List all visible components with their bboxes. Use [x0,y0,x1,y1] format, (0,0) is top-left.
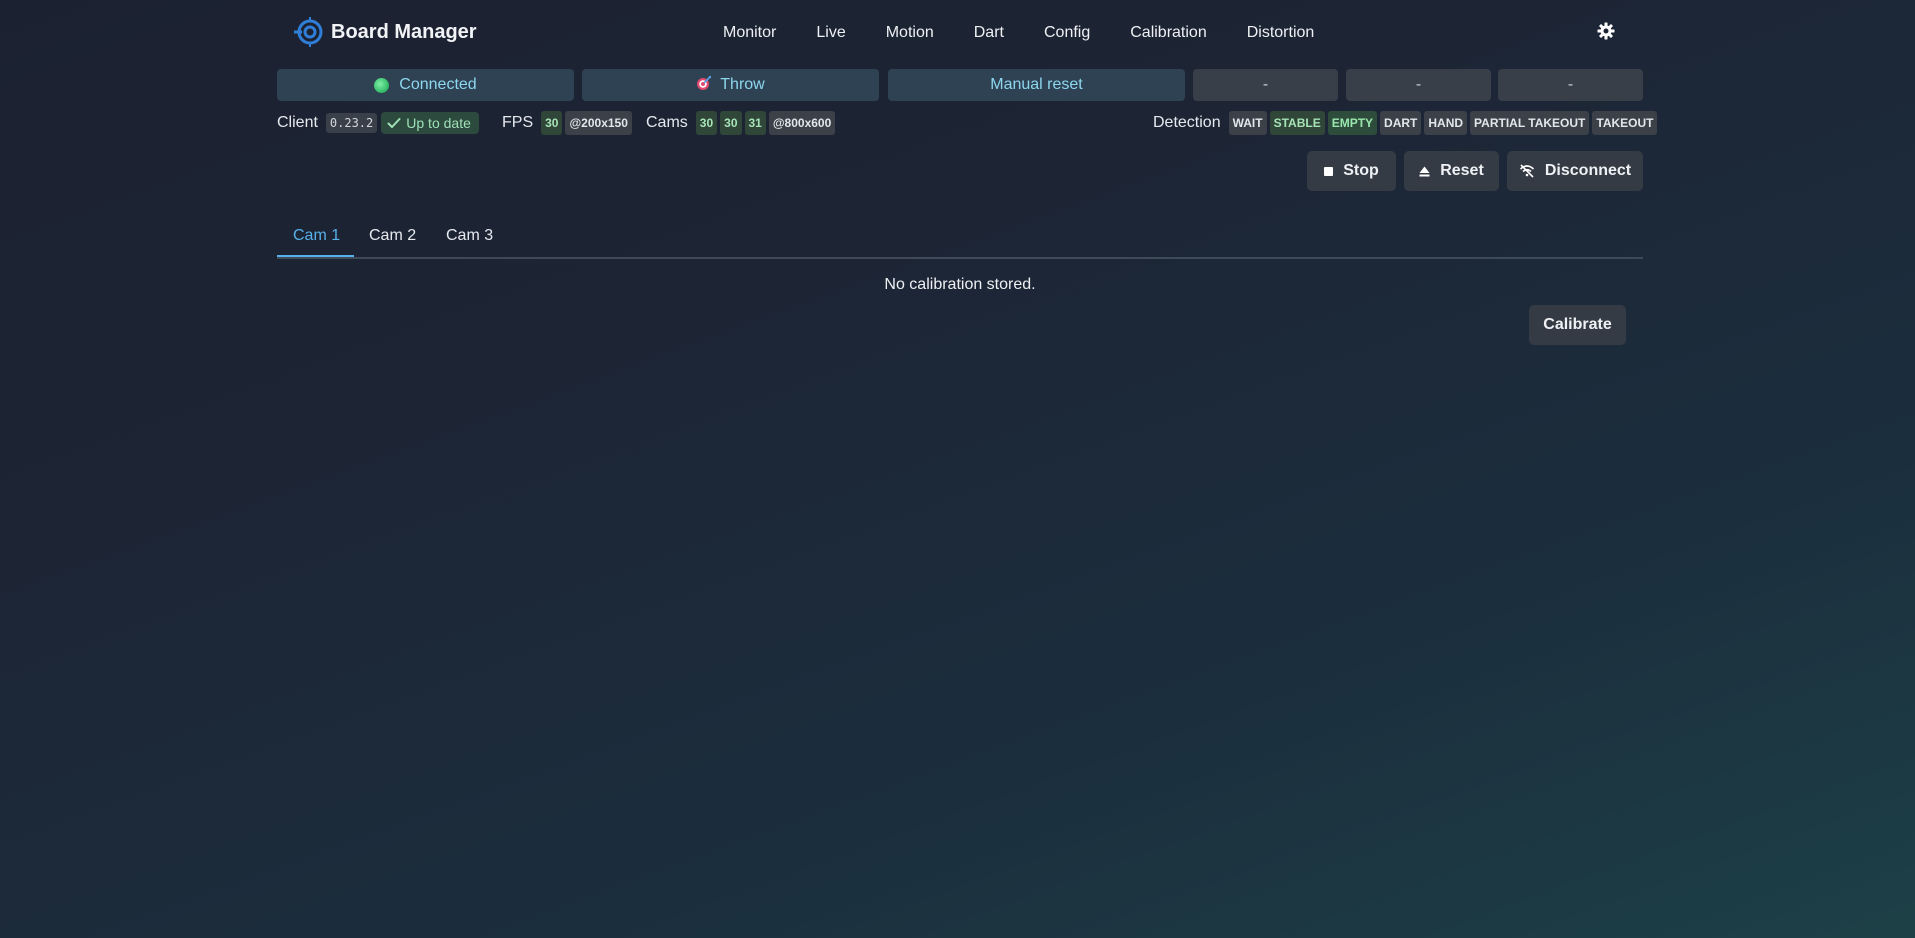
connection-status: Connected [277,69,574,101]
eject-icon [1419,166,1430,177]
info-row: Client 0.23.2 Up to date FPS 30 @200x150… [277,110,1658,136]
reset-mode-label: Manual reset [990,76,1083,93]
nav-calibration[interactable]: Calibration [1130,24,1206,42]
cams-label: Cams [646,114,688,131]
app-title: Board Manager [331,20,477,43]
detection-empty-chip: EMPTY [1327,111,1378,135]
connection-status-label: Connected [399,76,477,93]
nav-dart[interactable]: Dart [974,24,1004,42]
detection-stable-chip: STABLE [1269,111,1325,135]
cam-3-fps-chip: 31 [744,111,766,135]
brand[interactable]: Board Manager [293,16,477,48]
detection-takeout-chip: TAKEOUT [1592,111,1658,135]
tab-cam-1[interactable]: Cam 1 [293,227,340,245]
connected-dot-icon [374,77,390,93]
stop-icon [1324,166,1334,176]
status-slot-3-value: - [1567,76,1574,93]
nav-distortion[interactable]: Distortion [1247,24,1315,42]
camera-tabs: Cam 1 Cam 2 Cam 3 [277,221,1643,259]
check-icon [387,118,401,128]
fps-value-chip: 30 [541,111,563,135]
mode-status: Throw [582,69,879,101]
cams-resolution-chip: @800x600 [768,111,836,135]
cams-info: Cams 30 30 31 @800x600 [646,110,838,136]
detection-hand-chip: HAND [1424,111,1468,135]
mode-status-label: Throw [720,76,765,93]
stop-label: Stop [1343,162,1379,179]
disconnect-button[interactable]: Disconnect [1507,151,1643,191]
status-slot-1: - [1193,69,1338,101]
update-status-label: Up to date [406,115,471,131]
nav-config[interactable]: Config [1044,24,1090,42]
reset-button[interactable]: Reset [1404,151,1499,191]
client-version: 0.23.2 [325,113,378,133]
wifi-off-icon [1519,164,1535,178]
active-tab-indicator [277,255,354,257]
disconnect-label: Disconnect [1544,162,1632,179]
reset-label: Reset [1440,162,1484,179]
update-status-badge: Up to date [381,112,479,134]
status-slot-1-value: - [1262,76,1269,93]
calibrate-button[interactable]: Calibrate [1529,305,1626,345]
fps-resolution-chip: @200x150 [565,111,632,135]
fps-info: FPS 30 @200x150 [502,110,635,136]
reset-mode-status: Manual reset [888,69,1185,101]
nav-motion[interactable]: Motion [886,24,934,42]
client-label: Client [277,114,318,131]
nav-live[interactable]: Live [816,24,845,42]
status-slot-2: - [1346,69,1491,101]
calibrate-label: Calibrate [1543,316,1612,333]
detection-partial-takeout-chip: PARTIAL TAKEOUT [1470,111,1590,135]
app-container: Board Manager Monitor Live Motion Dart C… [277,0,1658,345]
tab-cam-3[interactable]: Cam 3 [446,227,493,245]
dartboard-logo-icon [293,16,325,48]
no-calibration-message: No calibration stored. [884,276,1036,293]
nav-monitor[interactable]: Monitor [723,24,776,42]
gear-icon[interactable] [1597,22,1615,45]
detection-label: Detection [1153,114,1221,131]
cam-2-fps-chip: 30 [720,111,742,135]
top-bar: Board Manager Monitor Live Motion Dart C… [277,0,1643,68]
fps-label: FPS [502,114,534,131]
stop-button[interactable]: Stop [1307,151,1396,191]
status-slot-3: - [1498,69,1643,101]
dart-target-icon [696,75,712,96]
main-nav: Monitor Live Motion Dart Config Calibrat… [723,24,1314,42]
client-info: Client 0.23.2 Up to date [277,110,479,136]
detection-wait-chip: WAIT [1228,111,1267,135]
status-row: Connected Throw Manual reset - - - [277,69,1643,101]
detection-info: Detection WAIT STABLE EMPTY DART HAND PA… [1153,110,1658,136]
detection-dart-chip: DART [1380,111,1422,135]
cam-1-fps-chip: 30 [695,111,718,135]
tab-cam-2[interactable]: Cam 2 [369,227,416,245]
status-slot-2-value: - [1415,76,1422,93]
